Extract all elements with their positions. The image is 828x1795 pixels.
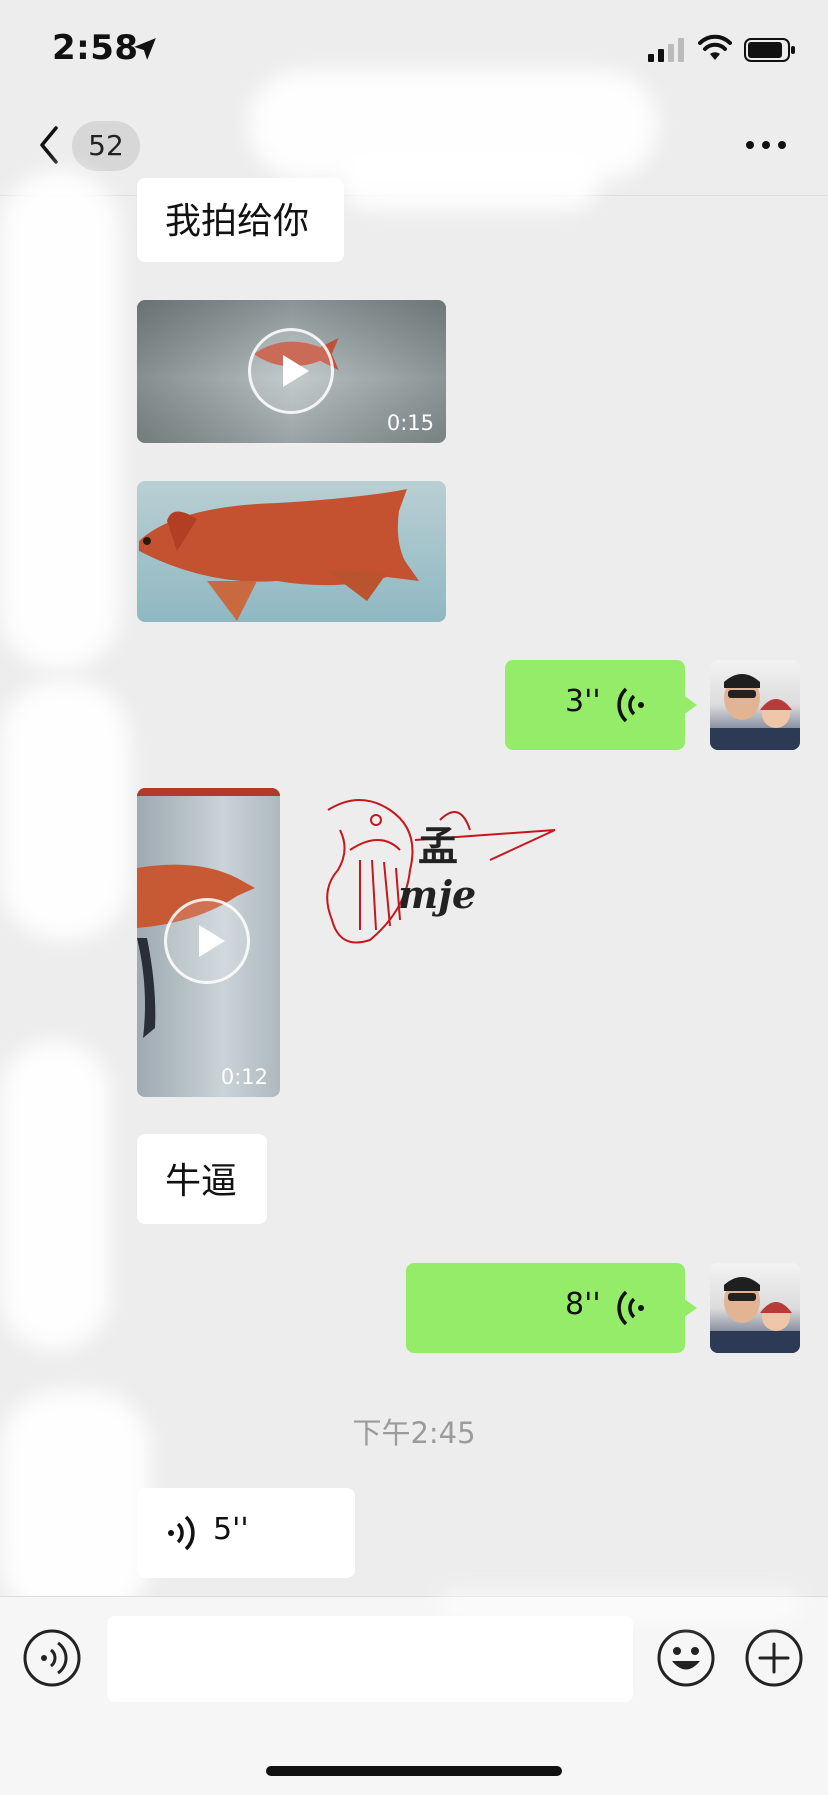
voice-input-icon[interactable] (22, 1628, 82, 1688)
outgoing-bubble-tail (683, 1298, 697, 1318)
wifi-icon (698, 34, 732, 60)
unread-count-badge[interactable]: 52 (72, 121, 140, 171)
arowana-fish-photo (139, 489, 419, 621)
outgoing-voice-message[interactable]: 8'' (406, 1263, 685, 1353)
avatar-photo (710, 674, 800, 750)
message-text: 牛逼 (165, 1161, 238, 1202)
outgoing-voice-message[interactable]: 3'' (505, 660, 685, 750)
plus-icon[interactable] (744, 1628, 804, 1688)
privacy-blur-left-1 (0, 170, 120, 670)
incoming-voice-message[interactable]: 5'' (137, 1488, 355, 1578)
more-dots-icon[interactable] (744, 132, 788, 158)
message-text: 我拍给你 (165, 201, 310, 242)
sticker-glyph: 孟 (418, 823, 458, 870)
privacy-blur-left-3 (0, 1040, 110, 1350)
location-arrow-icon (134, 38, 156, 60)
voice-wave-icon (617, 687, 644, 723)
incoming-video-message[interactable]: 0:15 (137, 300, 446, 443)
voice-duration: 5'' (213, 1512, 249, 1547)
emoji-icon[interactable] (656, 1628, 716, 1688)
privacy-blur-input (440, 1590, 800, 1620)
voice-wave-icon (168, 1515, 195, 1551)
chat-timestamp: 下午2:45 (352, 1416, 476, 1450)
sticker-text: mje (398, 872, 476, 917)
arowana-sticker[interactable]: 孟 mje (320, 790, 560, 970)
incoming-text-bubble[interactable]: 牛逼 (137, 1134, 267, 1224)
cellular-signal-icon (648, 38, 684, 62)
incoming-video-message-2[interactable]: 0:12 (137, 788, 280, 1097)
status-time: 2:58 (52, 28, 139, 68)
battery-icon (744, 38, 795, 62)
home-indicator (266, 1766, 562, 1776)
video-duration: 0:15 (386, 411, 434, 435)
incoming-text-bubble[interactable]: 我拍给你 (137, 178, 344, 262)
privacy-blur-left-2 (0, 680, 130, 940)
privacy-blur-title-2 (340, 150, 600, 210)
my-avatar[interactable] (710, 1263, 800, 1353)
play-icon[interactable] (248, 328, 334, 414)
voice-wave-icon (617, 1290, 644, 1326)
incoming-image-message[interactable] (137, 481, 446, 622)
my-avatar[interactable] (710, 660, 800, 750)
video-duration: 0:12 (220, 1065, 268, 1089)
voice-duration: 8'' (565, 1287, 601, 1322)
play-icon[interactable] (164, 898, 250, 984)
chevron-left-icon[interactable] (30, 120, 70, 170)
message-input[interactable] (107, 1616, 633, 1702)
voice-duration: 3'' (565, 684, 601, 719)
outgoing-bubble-tail (683, 695, 697, 715)
avatar-photo (710, 1277, 800, 1353)
